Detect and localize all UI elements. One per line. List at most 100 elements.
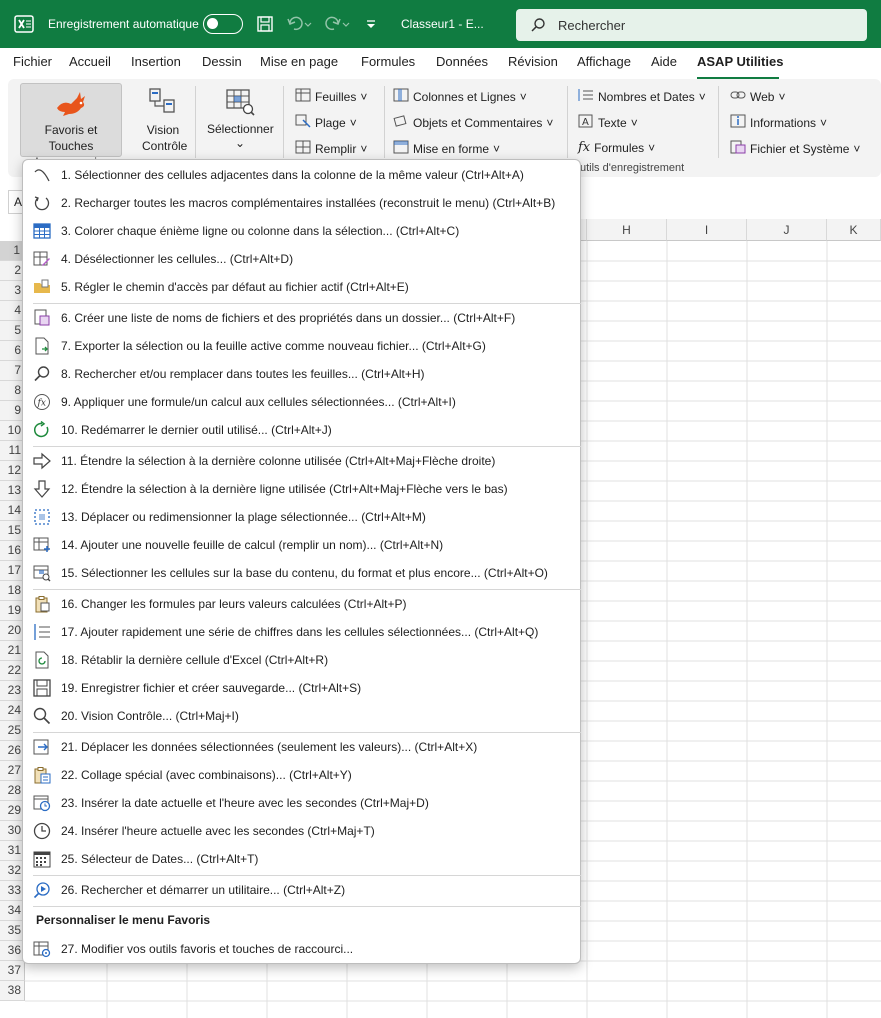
document-title: Classeur1 - E... <box>401 17 484 31</box>
rabbit-icon <box>53 90 89 123</box>
menu-item-11[interactable]: 11. Étendre la sélection à la dernière c… <box>23 448 580 474</box>
chevron-down-icon: ˅ <box>630 115 638 130</box>
reset-cell-icon <box>33 651 51 669</box>
row-header[interactable]: 38 <box>0 981 25 1001</box>
tab-affichage[interactable]: Affichage <box>577 54 631 69</box>
tab-accueil[interactable]: Accueil <box>69 54 111 69</box>
column-header-k[interactable]: K <box>827 219 881 241</box>
nombres-dates-button[interactable]: Nombres et Dates ˅ <box>578 88 706 105</box>
menu-item-1[interactable]: 1. Sélectionner des cellules adjacentes … <box>23 162 580 188</box>
chevron-down-icon: ˅ <box>519 89 527 104</box>
range-icon <box>295 114 311 131</box>
tab-mise-en-page[interactable]: Mise en page <box>260 54 338 69</box>
web-button[interactable]: Web ˅ <box>730 88 785 105</box>
colonnes-label: Colonnes et Lignes <box>413 89 516 104</box>
texte-button[interactable]: A Texte ˅ <box>578 114 638 131</box>
menu-item-label: 7. Exporter la sélection ou la feuille a… <box>61 339 486 353</box>
row-header[interactable]: 37 <box>0 961 25 981</box>
menu-item-15[interactable]: 15. Sélectionner les cellules sur la bas… <box>23 560 580 586</box>
feuilles-button[interactable]: Feuilles ˅ <box>295 88 367 105</box>
column-header-i[interactable]: I <box>667 219 747 241</box>
column-header-h[interactable]: H <box>587 219 667 241</box>
menu-item-4[interactable]: 4. Désélectionner les cellules... (Ctrl+… <box>23 246 580 272</box>
excel-logo-icon <box>14 0 34 48</box>
informations-button[interactable]: Informations ˅ <box>730 114 827 131</box>
menu-item-9[interactable]: fx 9. Appliquer une formule/un calcul au… <box>23 389 580 415</box>
search-placeholder: Rechercher <box>558 17 626 33</box>
export-file-icon <box>33 337 51 355</box>
menu-item-2[interactable]: 2. Recharger toutes les macros complémen… <box>23 190 580 216</box>
menu-item-10[interactable]: 10. Redémarrer le dernier outil utilisé.… <box>23 417 580 443</box>
remplir-button[interactable]: Remplir ˅ <box>295 140 367 157</box>
colonnes-lignes-button[interactable]: Colonnes et Lignes ˅ <box>393 88 527 105</box>
tab-asap-utilities[interactable]: ASAP Utilities <box>697 54 783 69</box>
menu-item-26[interactable]: 26. Rechercher et démarrer un utilitaire… <box>23 877 580 903</box>
tab-revision[interactable]: Révision <box>508 54 558 69</box>
menu-item-3[interactable]: 3. Colorer chaque énième ligne ou colonn… <box>23 218 580 244</box>
redo-icon[interactable] <box>324 0 350 48</box>
menu-item-8[interactable]: 8. Rechercher et/ou remplacer dans toute… <box>23 361 580 387</box>
save-icon[interactable] <box>256 0 274 48</box>
nombres-label: Nombres et Dates <box>598 89 695 104</box>
menu-item-23[interactable]: 23. Insérer la date actuelle et l'heure … <box>23 790 580 816</box>
menu-item-12[interactable]: 12. Étendre la sélection à la dernière l… <box>23 476 580 502</box>
file-system-icon <box>730 140 746 157</box>
menu-item-21[interactable]: 21. Déplacer les données sélectionnées (… <box>23 734 580 760</box>
customize-toolbar-icon[interactable] <box>365 0 377 48</box>
menu-item-24[interactable]: 24. Insérer l'heure actuelle avec les se… <box>23 818 580 844</box>
ribbon-tabs: Fichier Accueil Insertion Dessin Mise en… <box>0 48 881 78</box>
menu-item-label: 12. Étendre la sélection à la dernière l… <box>61 482 508 496</box>
search-box[interactable]: Rechercher <box>516 9 867 41</box>
link-icon <box>730 88 746 105</box>
tab-dessin[interactable]: Dessin <box>202 54 242 69</box>
select-grid-icon[interactable] <box>224 86 256 121</box>
formules-button[interactable]: fx Formules ˅ <box>578 140 655 155</box>
menu-item-22[interactable]: 22. Collage spécial (avec combinaisons).… <box>23 762 580 788</box>
mise-en-forme-button[interactable]: Mise en forme ˅ <box>393 140 500 157</box>
chevron-down-icon: ⌄ <box>235 136 246 150</box>
chevron-down-icon: ˅ <box>698 89 706 104</box>
menu-item-25[interactable]: 25. Sélecteur de Dates... (Ctrl+Alt+T) <box>23 846 580 872</box>
arrow-down-icon <box>33 480 51 498</box>
menu-item-20[interactable]: 20. Vision Contrôle... (Ctrl+Maj+I) <box>23 703 580 729</box>
menu-item-19[interactable]: 19. Enregistrer fichier et créer sauvega… <box>23 675 580 701</box>
menu-item-14[interactable]: 14. Ajouter une nouvelle feuille de calc… <box>23 532 580 558</box>
chevron-down-icon: ˅ <box>820 115 828 130</box>
vision-controle-button[interactable]: Vision Contrôle <box>142 122 187 154</box>
plage-button[interactable]: Plage ˅ <box>295 114 357 131</box>
favorites-button[interactable]: Favoris et Touches de raccourci ⌄ <box>20 83 122 169</box>
menu-item-label: 10. Redémarrer le dernier outil utilisé.… <box>61 423 332 437</box>
menu-item-27[interactable]: 27. Modifier vos outils favoris et touch… <box>23 936 580 962</box>
menu-item-5[interactable]: 5. Régler le chemin d'accès par défaut a… <box>23 274 580 300</box>
tab-fichier[interactable]: Fichier <box>13 54 52 69</box>
web-label: Web <box>750 89 775 104</box>
select-button[interactable]: Sélectionner <box>207 122 274 136</box>
menu-item-label: 16. Changer les formules par leurs valeu… <box>61 597 407 611</box>
tab-formules[interactable]: Formules <box>361 54 415 69</box>
objets-commentaires-button[interactable]: Objets et Commentaires ˅ <box>393 114 553 131</box>
menu-item-6[interactable]: 6. Créer une liste de noms de fichiers e… <box>23 305 580 331</box>
ribbon-separator <box>718 86 719 158</box>
vision-controle-icon[interactable] <box>146 86 178 121</box>
autosave-toggle[interactable] <box>203 14 243 34</box>
tab-donnees[interactable]: Données <box>436 54 488 69</box>
favorites-label-line1: Favoris et Touches <box>44 123 98 153</box>
menu-item-18[interactable]: 18. Rétablir la dernière cellule d'Excel… <box>23 647 580 673</box>
menu-item-7[interactable]: 7. Exporter la sélection ou la feuille a… <box>23 333 580 359</box>
fichier-systeme-button[interactable]: Fichier et Système ˅ <box>730 140 860 157</box>
menu-item-13[interactable]: 13. Déplacer ou redimensionner la plage … <box>23 504 580 530</box>
title-bar: Enregistrement automatique Classeur1 - E… <box>0 0 881 48</box>
tab-aide[interactable]: Aide <box>651 54 677 69</box>
customize-icon <box>33 940 51 958</box>
column-header-j[interactable]: J <box>747 219 827 241</box>
undo-icon[interactable] <box>286 0 312 48</box>
folder-icon <box>33 278 51 296</box>
sheets-icon <box>295 88 311 105</box>
tab-insertion[interactable]: Insertion <box>131 54 181 69</box>
menu-item-17[interactable]: 17. Ajouter rapidement une série de chif… <box>23 619 580 645</box>
menu-item-label: 3. Colorer chaque énième ligne ou colonn… <box>61 224 460 238</box>
menu-item-16[interactable]: 16. Changer les formules par leurs valeu… <box>23 591 580 617</box>
chevron-down-icon: ˅ <box>778 89 786 104</box>
select-content-icon <box>33 564 51 582</box>
deselect-icon <box>33 250 51 268</box>
